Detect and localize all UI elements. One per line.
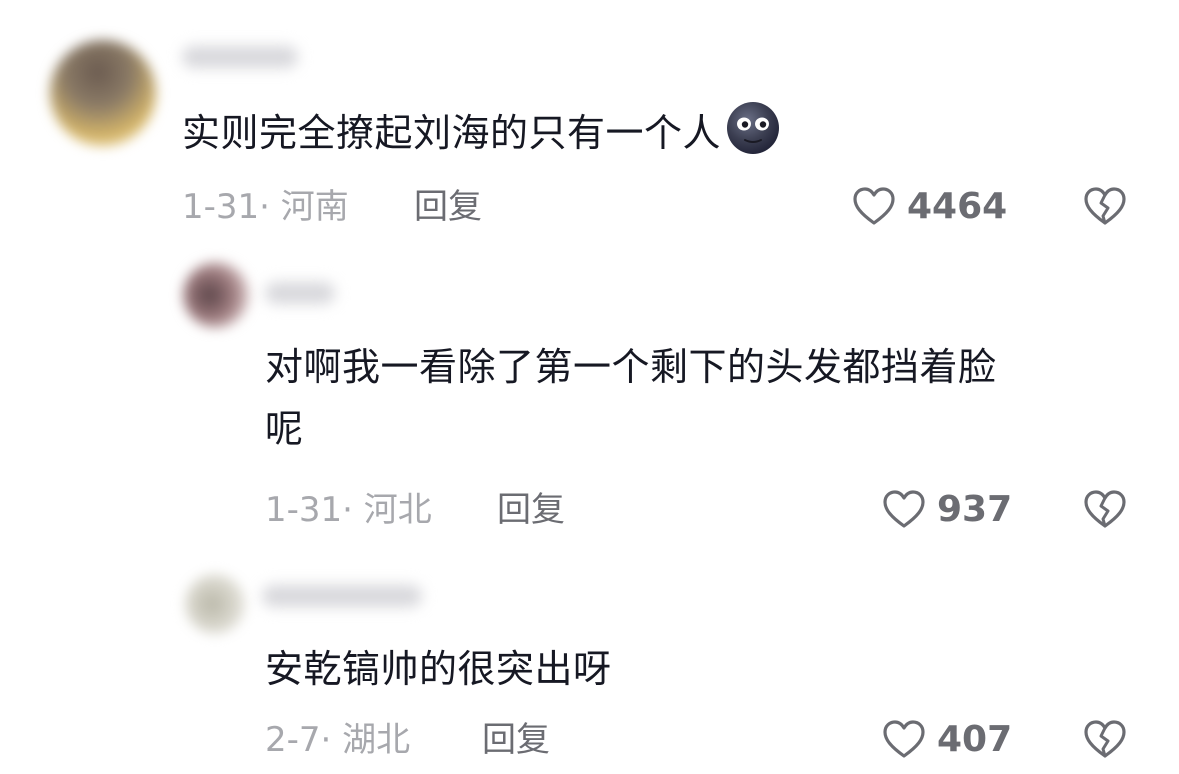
heart-outline-icon bbox=[853, 187, 895, 225]
broken-heart-icon[interactable] bbox=[1082, 487, 1128, 533]
comment-meta: 2-7· 湖北 bbox=[265, 720, 410, 760]
avatar[interactable] bbox=[185, 574, 245, 634]
like-button[interactable]: 4464 bbox=[851, 184, 1007, 230]
comment-location: 河南 bbox=[280, 187, 349, 227]
username-blurred[interactable] bbox=[182, 46, 298, 68]
comment-meta: 1-31· 河北 bbox=[265, 490, 432, 530]
comment-body: 实则完全撩起刘海的只有一个人 bbox=[182, 100, 781, 164]
broken-heart-icon[interactable] bbox=[1082, 717, 1128, 763]
username-blurred[interactable] bbox=[265, 282, 335, 304]
comment-date: 2-7 bbox=[265, 720, 321, 760]
heart-outline-icon bbox=[883, 490, 925, 528]
comment-meta: 1-31· 河南 bbox=[182, 187, 349, 227]
like-button[interactable]: 937 bbox=[881, 487, 1012, 533]
like-count: 407 bbox=[937, 719, 1013, 760]
heart-outline-icon bbox=[883, 720, 925, 758]
reply-button[interactable]: 回复 bbox=[497, 490, 565, 530]
avatar[interactable] bbox=[183, 262, 249, 328]
new-moon-face-emoji bbox=[727, 102, 780, 154]
username-blurred[interactable] bbox=[262, 585, 422, 607]
reply-button[interactable]: 回复 bbox=[414, 187, 482, 227]
reply-button[interactable]: 回复 bbox=[482, 720, 550, 760]
meta-separator: · bbox=[259, 187, 270, 227]
comment-date: 1-31 bbox=[265, 490, 343, 530]
like-button[interactable]: 407 bbox=[881, 717, 1012, 763]
like-count: 937 bbox=[937, 489, 1013, 530]
like-count: 4464 bbox=[907, 186, 1008, 227]
comment-date: 1-31 bbox=[182, 187, 260, 227]
comment-text-line: 呢 bbox=[265, 407, 304, 451]
comment-text: 安乾镐帅的很突出呀 bbox=[265, 647, 612, 691]
comment-text: 实则完全撩起刘海的只有一个人 bbox=[182, 111, 722, 155]
comment-text-line: 对啊我一看除了第一个剩下的头发都挡着脸 bbox=[265, 345, 997, 389]
comment-thread: 实则完全撩起刘海的只有一个人 1-31· 河南 回复 4464 对啊我一看除了第… bbox=[0, 0, 1179, 774]
avatar[interactable] bbox=[50, 40, 156, 146]
comment-location: 湖北 bbox=[342, 720, 411, 760]
broken-heart-icon[interactable] bbox=[1082, 184, 1128, 230]
comment-location: 河北 bbox=[363, 490, 432, 530]
meta-separator: · bbox=[342, 490, 353, 530]
meta-separator: · bbox=[320, 720, 332, 760]
comment-body: 对啊我一看除了第一个剩下的头发都挡着脸 呢 bbox=[265, 336, 997, 460]
